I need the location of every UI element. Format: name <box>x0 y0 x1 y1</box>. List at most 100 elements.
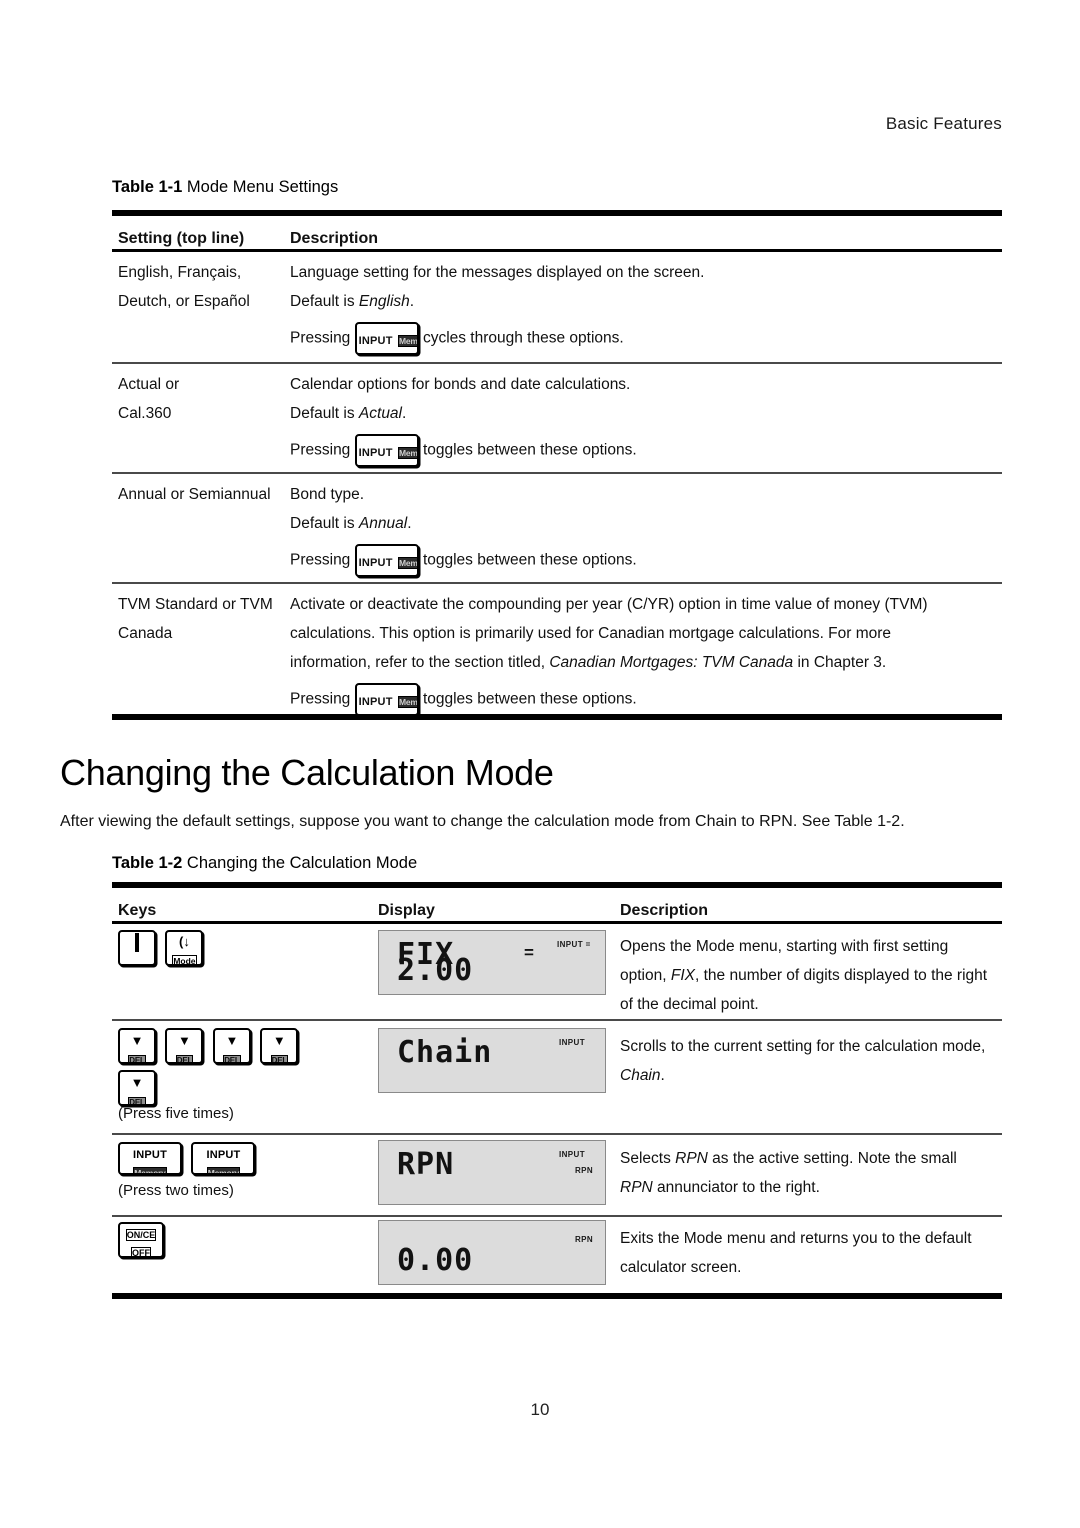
input-memory-key[interactable]: INPUT Memory <box>354 683 419 716</box>
input-key-top-label: INPUT <box>358 557 393 569</box>
table-1-2-row-3-display: RPN INPUT RPN <box>378 1140 606 1205</box>
input-key-bottom-label: Memory <box>206 1167 241 1173</box>
table-1-2-row-4-description: Exits the Mode menu and returns you to t… <box>620 1224 972 1282</box>
press-suffix: cycles through these options. <box>422 329 624 347</box>
desc-option-value: FIX <box>670 967 695 984</box>
input-key-top-label: INPUT <box>133 1149 167 1161</box>
running-head: Basic Features <box>885 114 1002 133</box>
setting-line-2: Cal.360 <box>118 405 172 422</box>
input-key-bottom-label: Memory <box>397 447 417 459</box>
table-1-2-row-1-rule <box>112 1019 1002 1021</box>
input-memory-key[interactable]: INPUT Memory <box>354 322 419 355</box>
setting-line-1: TVM Standard or TVM <box>118 596 273 613</box>
table-1-2-row-1-display: FIX = INPUT = 2.00 <box>378 930 606 995</box>
desc-option-prefix: option, <box>620 967 671 984</box>
del-key[interactable]: ▼ DEL <box>260 1028 299 1064</box>
table-1-1-top-rule <box>112 210 1002 216</box>
table-1-2-row-4-display: RPN 0.00 <box>378 1220 606 1285</box>
input-key-bottom-label: Memory <box>133 1167 167 1173</box>
setting-line-1: Annual or Semiannual <box>118 486 271 503</box>
table-1-1-caption-text: Mode Menu Settings <box>182 178 339 196</box>
desc-ref-title: Canadian Mortgages: TVM Canada <box>549 654 794 671</box>
del-key[interactable]: ▼ DEL <box>212 1028 251 1064</box>
lcd-annunciator-input: INPUT = <box>557 940 591 949</box>
table-1-2-header-rule <box>112 921 1002 924</box>
desc-line-2: Default is English. <box>290 287 704 316</box>
del-key[interactable]: ▼ DEL <box>118 1070 156 1106</box>
setting-line-2: Canada <box>118 625 173 642</box>
table-1-2-row-2-description: Scrolls to the current setting for the c… <box>620 1032 985 1090</box>
press-prefix: Pressing <box>290 551 351 569</box>
table-1-1-row-3-setting: Annual or Semiannual <box>118 480 271 509</box>
down-arrow-icon: ▼ <box>225 1033 239 1048</box>
desc-line-2: calculations. This option is primarily u… <box>290 625 892 642</box>
del-key[interactable]: ▼ DEL <box>165 1028 204 1064</box>
desc-ref-suffix: in Chapter 3. <box>793 654 887 671</box>
table-1-2-top-rule <box>112 882 1002 888</box>
table-1-2-row-1-description: Opens the Mode menu, starting with first… <box>620 932 987 1019</box>
del-key[interactable]: ▼ DEL <box>118 1028 156 1064</box>
setting-line-2: Deutch, or Español <box>118 293 250 310</box>
table-1-2-row-2-display: Chain INPUT <box>378 1028 606 1093</box>
shift-key[interactable] <box>118 930 156 966</box>
table-1-2-row-2-keys-second-line: ▼ DEL <box>118 1070 161 1106</box>
mode-key[interactable]: (↓ Mode <box>165 930 204 966</box>
table-1-2-row-1-keys: (↓ Mode <box>118 930 208 966</box>
desc-line-3: Pressing INPUT Memory cycles through the… <box>290 322 704 355</box>
table-1-1-row-1-setting: English, Français, Deutch, or Español <box>118 258 250 316</box>
desc-line-1: Language setting for the messages displa… <box>290 264 705 281</box>
desc-line-4: Pressing INPUT Memory toggles between th… <box>290 683 928 716</box>
desc-select-value: RPN <box>675 1150 708 1167</box>
table-1-2-row-3-press-note: (Press two times) <box>118 1182 234 1199</box>
input-memory-key[interactable]: INPUT Memory <box>118 1142 182 1175</box>
desc-default-suffix: . <box>407 515 412 532</box>
table-1-2-bottom-rule <box>112 1293 1002 1299</box>
input-key-bottom-label: Memory <box>397 696 417 708</box>
down-arrow-icon: ▼ <box>178 1033 191 1048</box>
desc-default-prefix: Default is <box>290 293 359 310</box>
desc-default-value: Actual <box>358 405 403 422</box>
mode-down-arrow-icon: (↓ <box>179 934 190 949</box>
press-prefix: Pressing <box>290 690 351 708</box>
desc-line-2: Chain. <box>620 1061 985 1090</box>
lcd-annunciator-input: INPUT <box>559 1150 585 1159</box>
table-1-1-caption: Table 1-1 Mode Menu Settings <box>112 178 338 197</box>
press-suffix: toggles between these options. <box>422 551 637 569</box>
del-key-label: DEL <box>270 1055 289 1064</box>
table-1-2-row-2-rule <box>112 1133 1002 1135</box>
desc-line-2: option, FIX, the number of digits displa… <box>620 961 987 990</box>
table-1-2-caption-text: Changing the Calculation Mode <box>182 854 418 872</box>
table-1-1-row-1-description: Language setting for the messages displa… <box>290 258 704 355</box>
desc-mode-value: Chain <box>620 1067 661 1084</box>
table-1-2-row-4-keys: ON/CE OFF <box>118 1222 169 1258</box>
input-memory-key[interactable]: INPUT Memory <box>191 1142 256 1175</box>
desc-line-3: of the decimal point. <box>620 996 759 1013</box>
input-key-top-label: INPUT <box>358 447 393 459</box>
desc-line-1: Exits the Mode menu and returns you to t… <box>620 1230 972 1247</box>
desc-line-1: Opens the Mode menu, starting with first… <box>620 938 949 955</box>
input-memory-key[interactable]: INPUT Memory <box>354 434 419 467</box>
desc-default-value: English <box>358 293 410 310</box>
intro-paragraph: After viewing the default settings, supp… <box>60 813 905 830</box>
lcd-equals-sign: = <box>524 943 534 962</box>
desc-select-prefix: Selects <box>620 1150 676 1167</box>
document-page: Basic Features Table 1-1 Mode Menu Setti… <box>0 0 1080 1528</box>
mode-key-label: Mode <box>172 955 197 966</box>
press-suffix: toggles between these options. <box>422 441 637 459</box>
press-prefix: Pressing <box>290 329 351 347</box>
desc-mode-suffix: . <box>660 1067 665 1084</box>
down-arrow-icon: ▼ <box>130 1075 144 1090</box>
input-key-top-label: INPUT <box>206 1149 241 1161</box>
desc-line-3: Pressing INPUT Memory toggles between th… <box>290 434 637 467</box>
input-memory-key[interactable]: INPUT Memory <box>354 544 419 577</box>
page-title: Changing the Calculation Mode <box>60 752 554 793</box>
desc-option-suffix: , the number of digits displayed to the … <box>694 967 988 984</box>
desc-line-2: RPN annunciator to the right. <box>620 1173 957 1202</box>
lcd-line-1: Chain <box>397 1035 493 1070</box>
on-ce-off-key[interactable]: ON/CE OFF <box>118 1222 164 1258</box>
desc-line-2: Default is Annual. <box>290 509 637 538</box>
page-number: 10 <box>530 1400 550 1419</box>
lcd-line-2: 2.00 <box>397 953 474 988</box>
table-1-1-row-2-setting: Actual or Cal.360 <box>118 370 179 428</box>
desc-line-3: Pressing INPUT Memory toggles between th… <box>290 544 637 577</box>
